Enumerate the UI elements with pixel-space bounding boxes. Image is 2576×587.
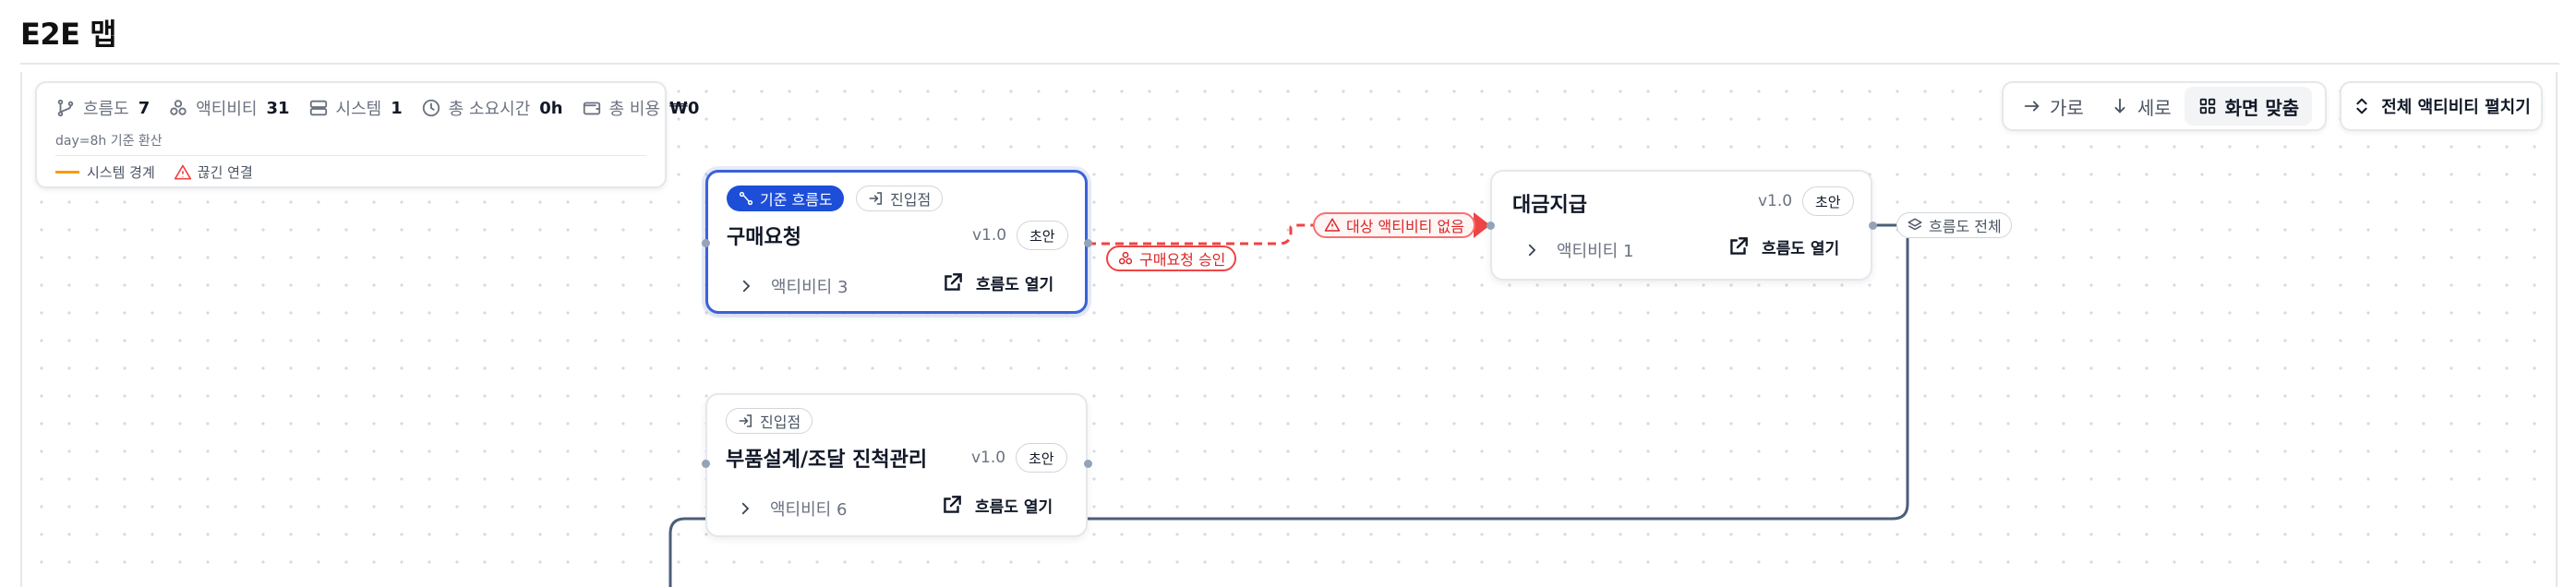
stat-flows: 흐름도 7	[55, 96, 150, 120]
fit-view-button[interactable]: 화면 맞춤	[2184, 87, 2313, 126]
horizontal-layout-button[interactable]: 가로	[2009, 87, 2097, 126]
stat-flows-label: 흐름도	[83, 100, 129, 119]
flow-edge-exit[interactable]	[668, 517, 705, 587]
summary-panel: 흐름도 7 액티비티 31 시스템 1 총 소요시간 0h 총 비용 ₩0 da…	[35, 81, 699, 188]
external-link-icon	[1730, 237, 1748, 255]
warning-icon	[1324, 218, 1341, 232]
stat-systems-label: 시스템	[335, 100, 382, 119]
expand-all-label: 전체 액티비티 펼치기	[2381, 98, 2531, 117]
boundary-swatch	[55, 171, 79, 174]
stats-divider	[55, 155, 646, 156]
entry-point-badge: 진입점	[856, 186, 944, 211]
flow-card-parts-design[interactable]: 진입점 부품설계/조달 진척관리 v1.0 초안 액티비티 6 흐름도 열기	[705, 393, 1088, 537]
edge-label-approval-text: 구매요청 승인	[1139, 251, 1226, 269]
stats-note: day=8h 기준 환산	[55, 134, 163, 149]
stat-activities-value: 31	[266, 98, 290, 118]
horizontal-layout-label: 가로	[2050, 96, 2084, 119]
entry-icon	[869, 192, 882, 205]
legend-system-boundary-label: 시스템 경계	[87, 164, 155, 181]
card-title: 구매요청	[727, 226, 801, 249]
card-handle-left[interactable]	[1487, 222, 1495, 230]
layout-toolbar: 가로 세로 화면 맞춤	[2002, 81, 2327, 131]
card-handle-right[interactable]	[1084, 460, 1092, 468]
open-flow-label: 흐름도 열기	[975, 497, 1053, 517]
card-handle-left[interactable]	[702, 239, 710, 247]
activity-icon	[170, 100, 187, 115]
arrow-right-icon	[2024, 101, 2040, 112]
legend-broken-link-label: 끊긴 연결	[197, 164, 253, 181]
stat-flows-value: 7	[138, 98, 150, 118]
activities-count: 액티비티 3	[771, 278, 849, 297]
base-flow-badge: 기준 흐름도	[727, 186, 844, 211]
card-version: v1.0	[972, 226, 1007, 245]
activities-count: 액티비티 6	[770, 500, 848, 520]
stat-activities-label: 액티비티	[196, 100, 258, 119]
stat-cost-label: 총 비용	[608, 100, 661, 119]
status-badge: 초안	[1016, 443, 1067, 473]
entry-point-badge: 진입점	[726, 408, 813, 434]
warning-icon	[174, 164, 191, 179]
legend-system-boundary: 시스템 경계	[55, 162, 155, 182]
card-version: v1.0	[1758, 192, 1793, 210]
clock-icon	[422, 99, 439, 117]
open-flow-label: 흐름도 열기	[1762, 239, 1840, 258]
vertical-layout-button[interactable]: 세로	[2097, 87, 2185, 126]
open-flow-button[interactable]: 흐름도 열기	[941, 270, 1053, 294]
activity-icon	[1118, 251, 1133, 265]
layers-icon	[1908, 218, 1922, 231]
activities-toggle[interactable]: 액티비티 6	[737, 497, 847, 521]
fit-view-label: 화면 맞춤	[2224, 96, 2300, 119]
entry-icon	[739, 414, 752, 427]
vertical-layout-label: 세로	[2137, 96, 2172, 119]
external-link-icon	[944, 496, 961, 513]
external-link-icon	[945, 273, 962, 291]
base-flow-badge-label: 기준 흐름도	[760, 191, 833, 209]
activities-count: 액티비티 1	[1557, 242, 1634, 261]
edge-label-whole-flow[interactable]: 흐름도 전체	[1896, 212, 2012, 238]
activities-toggle[interactable]: 액티비티 1	[1523, 238, 1633, 262]
chevron-right-icon	[1528, 244, 1536, 257]
open-flow-label: 흐름도 열기	[976, 275, 1054, 294]
entry-point-badge-label: 진입점	[890, 191, 932, 209]
edge-label-whole-flow-text: 흐름도 전체	[1929, 218, 2002, 235]
stat-duration-label: 총 소요시간	[448, 100, 531, 119]
status-badge: 초안	[1802, 186, 1854, 216]
chevrons-updown-icon	[2356, 98, 2367, 114]
stat-duration: 총 소요시간 0h	[421, 96, 563, 120]
open-flow-button[interactable]: 흐름도 열기	[1727, 234, 1839, 258]
card-title: 부품설계/조달 진척관리	[726, 449, 928, 472]
edge-label-approval[interactable]: 구매요청 승인	[1106, 246, 1237, 271]
entry-point-badge-label: 진입점	[760, 413, 801, 431]
expand-all-button[interactable]: 전체 액티비티 펼치기	[2340, 81, 2543, 131]
chevron-right-icon	[741, 502, 750, 515]
open-flow-button[interactable]: 흐름도 열기	[940, 493, 1053, 517]
edge-label-missing-target[interactable]: 대상 액티비티 없음	[1313, 212, 1475, 238]
branch-icon	[57, 99, 74, 117]
card-handle-right[interactable]	[1084, 239, 1092, 247]
activities-toggle[interactable]: 액티비티 3	[738, 274, 848, 298]
server-icon	[309, 100, 327, 116]
card-version: v1.0	[971, 449, 1006, 467]
arrow-down-icon	[2114, 98, 2125, 114]
grid-icon	[2199, 98, 2215, 114]
status-badge: 초안	[1017, 221, 1068, 250]
stat-duration-value: 0h	[539, 98, 563, 118]
stat-cost-value: ₩0	[669, 98, 700, 118]
card-handle-right[interactable]	[1869, 222, 1877, 230]
flow-card-purchase-request[interactable]: 기준 흐름도 진입점 구매요청 v1.0 초안 액티비티 3 흐름도 열기	[705, 170, 1088, 314]
wallet-icon	[583, 102, 600, 115]
flow-card-payment[interactable]: 대금지급 v1.0 초안 액티비티 1 흐름도 열기	[1490, 170, 1872, 281]
card-title: 대금지급	[1512, 194, 1587, 217]
stat-systems: 시스템 1	[308, 96, 403, 120]
stat-activities: 액티비티 31	[168, 96, 290, 120]
stat-cost: 총 비용 ₩0	[582, 96, 700, 120]
edge-label-missing-target-text: 대상 액티비티 없음	[1346, 218, 1464, 235]
route-icon	[739, 191, 753, 206]
stat-systems-value: 1	[391, 98, 403, 118]
chevron-right-icon	[742, 280, 751, 293]
legend-broken-link: 끊긴 연결	[174, 162, 253, 182]
card-handle-left[interactable]	[702, 460, 710, 468]
